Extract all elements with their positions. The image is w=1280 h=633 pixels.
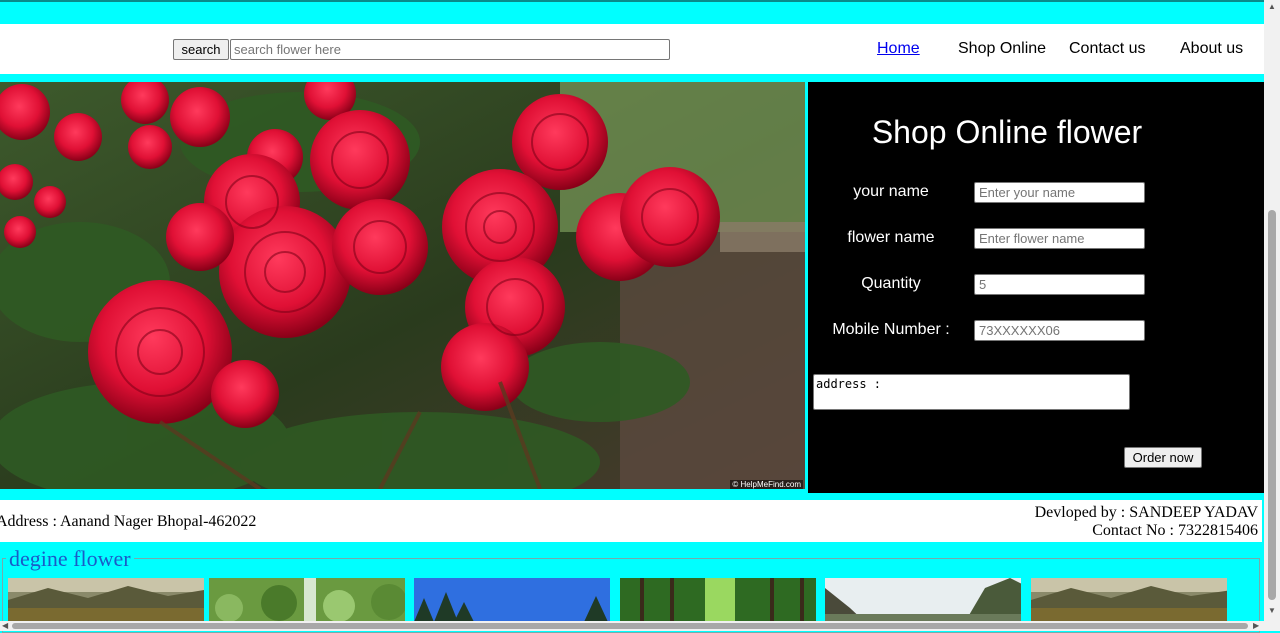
horizontal-scrollbar[interactable]: ◀ ▶ — [0, 621, 1264, 631]
developer-info: Devloped by : SANDEEP YADAV Contact No :… — [1035, 504, 1258, 540]
mobile-number-input[interactable] — [974, 320, 1145, 341]
your-name-input[interactable] — [974, 182, 1145, 203]
hero-roses-image: © HelpMeFind.com — [0, 82, 805, 489]
footer-info-bar: Address : Aanand Nager Bhopal-462022 Dev… — [0, 500, 1262, 542]
mobile-number-label: Mobile Number : — [832, 321, 950, 338]
roses-photo-illustration — [0, 82, 805, 489]
gallery-legend: degine flower — [6, 546, 134, 572]
scroll-right-arrow-icon[interactable]: ▶ — [1253, 621, 1259, 630]
valley-landscape-image-2 — [1031, 578, 1227, 622]
gallery-thumbnail-mountains[interactable] — [825, 578, 1021, 622]
address-text: Address : Aanand Nager Bhopal-462022 — [0, 513, 257, 530]
nav-home-link[interactable]: Home — [877, 40, 920, 58]
horizontal-scrollbar-thumb[interactable] — [12, 623, 1248, 629]
gallery-section: degine flower — [0, 546, 1262, 633]
valley-landscape-image — [8, 578, 204, 622]
developer-name-text: Devloped by : SANDEEP YADAV — [1034, 504, 1258, 521]
nav-about-us-link[interactable]: About us — [1180, 40, 1243, 58]
mossy-waterfall-image — [209, 578, 405, 622]
vertical-scrollbar[interactable]: ▲ ▼ — [1264, 0, 1280, 631]
gallery-thumbnail-forest-path[interactable] — [620, 578, 816, 622]
scroll-down-arrow-icon[interactable]: ▼ — [1268, 606, 1276, 615]
search-input[interactable] — [230, 39, 670, 60]
order-now-button[interactable]: Order now — [1124, 447, 1202, 468]
contact-number-text: Contact No : 7322815406 — [1092, 522, 1258, 539]
scroll-left-arrow-icon[interactable]: ◀ — [2, 621, 8, 630]
vertical-scrollbar-thumb[interactable] — [1268, 210, 1276, 600]
flower-name-input[interactable] — [974, 228, 1145, 249]
gallery-thumbnail-waterfall[interactable] — [209, 578, 405, 622]
gallery-thumbnail-valley-2[interactable] — [1031, 578, 1227, 622]
your-name-label: your name — [853, 183, 929, 200]
green-forest-path-image — [620, 578, 816, 622]
quantity-label: Quantity — [861, 275, 921, 292]
order-form-panel: Shop Online flower your name flower name… — [808, 82, 1264, 493]
search-button[interactable]: search — [173, 39, 229, 60]
flower-name-label: flower name — [847, 229, 935, 246]
gallery-thumbnail-pine-forest[interactable] — [414, 578, 610, 622]
nav-contact-us-link[interactable]: Contact us — [1069, 40, 1145, 58]
order-form-title: Shop Online flower — [871, 114, 1143, 150]
nav-shop-online-link[interactable]: Shop Online — [958, 40, 1046, 58]
header-bar: search Home Shop Online Contact us About… — [0, 24, 1264, 74]
rocky-mountains-image — [825, 578, 1021, 622]
address-textarea[interactable]: address : — [813, 374, 1130, 410]
gallery-thumbnail-valley[interactable] — [8, 578, 204, 622]
pine-forest-sky-image — [414, 578, 610, 622]
top-banner-strip — [0, 0, 1264, 24]
watermark-text: © HelpMeFind.com — [730, 480, 803, 489]
scroll-up-arrow-icon[interactable]: ▲ — [1268, 2, 1276, 11]
quantity-input[interactable] — [974, 274, 1145, 295]
